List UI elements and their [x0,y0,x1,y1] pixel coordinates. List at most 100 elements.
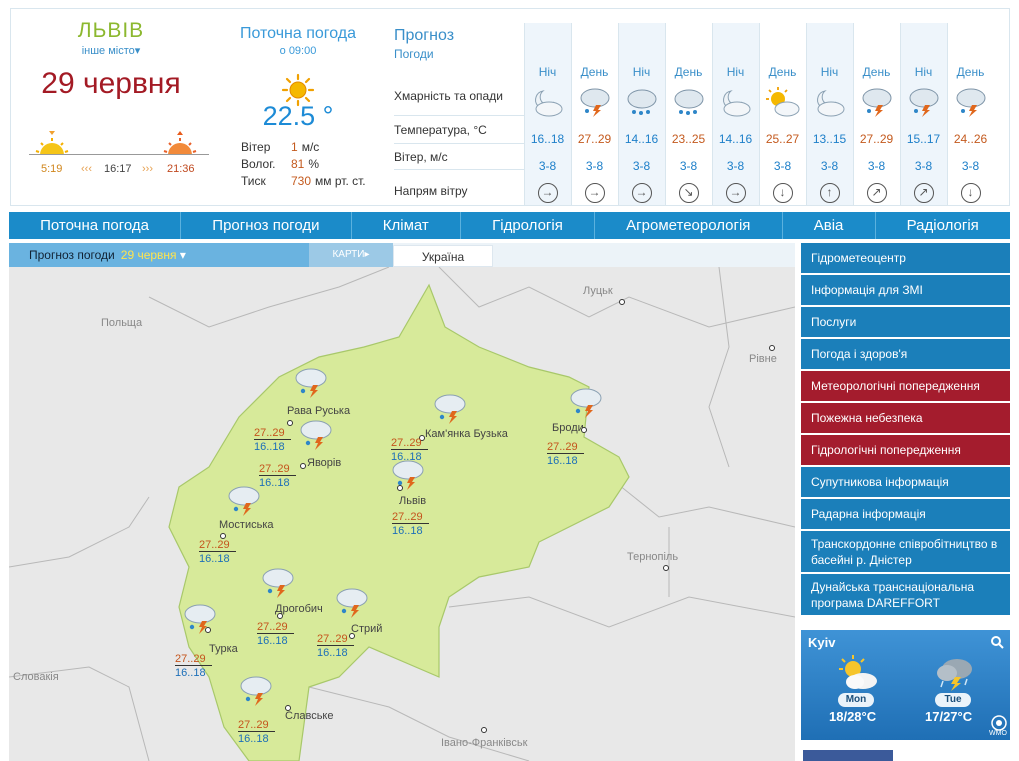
other-city-link[interactable]: інше місто▾ [11,44,211,57]
map-region-label: Польща [101,317,143,329]
nav-item[interactable]: Прогноз погоди [181,212,352,239]
sidebar-link[interactable]: Послуги [801,307,1010,338]
forecast-wind: 3-8 [538,159,557,173]
part-of-day: День [674,65,703,79]
city-marker [285,705,291,711]
weather-widget[interactable]: Kyiv Mon Tue 18/28°C 17/27°C WMO [801,630,1010,740]
wind-direction-icon: ↓ [759,183,806,203]
current-details: Вітер 1 м/с Волог. 81% Тиск 730 мм рт. ст. [241,140,366,191]
current-weather-heading: Поточна погода [239,25,357,42]
tab-forecast[interactable]: Прогноз погоди 29 червня ▾ [9,243,309,267]
tab-forecast-label[interactable]: Прогноз погоди [29,248,115,262]
nav-item[interactable]: Радіологія [876,212,1010,239]
tab-maps-label[interactable]: КАРТИ [332,249,364,260]
forecast-temp: 24..26 [953,132,988,146]
forecast-wind: 3-8 [914,159,933,173]
cloud-rain-icon [623,87,659,120]
map-city-label[interactable]: Стрий [351,623,382,635]
wind-arrow-icon: ↗ [866,183,887,203]
wind-arrow-icon: → [537,183,558,203]
forecast-wind: 3-8 [867,159,886,173]
city-marker [663,565,669,571]
sidebar-link[interactable]: Супутникова інформація [801,467,1010,498]
sunrise-time: 5:19 [41,163,63,175]
horizon-line [29,154,209,155]
current-date: 29 червня [41,67,181,100]
nav-item[interactable]: Поточна погода [9,212,182,239]
map-city-label[interactable]: Турка [209,643,238,655]
dropdown-arrow-icon[interactable]: ▾ [135,45,141,57]
city-marker [397,485,403,491]
map-temp-max: 27..29 [199,539,236,552]
tab-maps[interactable]: КАРТИ▸ [309,243,393,267]
wind-label: Вітер [241,140,271,154]
wmo-logo-text: WMO [989,730,1007,737]
part-of-day: Ніч [538,65,557,79]
map-city-label[interactable]: Львів [399,495,426,507]
cloud-rain-thunder-icon [905,87,941,120]
sidebar-link[interactable]: Погода і здоров'я [801,339,1010,370]
nav-item[interactable]: Агрометеорологія [595,212,783,239]
day-arrows-left: ‹‹‹ [81,163,92,175]
humidity-label: Волог. [241,157,276,171]
wind-direction-icon: → [712,183,759,203]
nav-item[interactable]: Клімат [352,212,461,239]
sidebar-link[interactable]: Радарна інформація [801,499,1010,530]
sidebar-link[interactable]: Метеорологічні попередження [801,371,1010,402]
tab-ukraine[interactable]: Україна [393,245,493,267]
cloud-rain-thunder-icon [952,87,988,120]
map-city-label[interactable]: Броди [552,422,584,434]
cloud-rain-thunder-icon [431,393,467,430]
widget-day-mon: Mon [838,693,874,707]
map-temp-max: 27..29 [257,621,294,634]
sidebar-link[interactable]: Пожежна небезпека [801,403,1010,434]
part-of-day: Ніч [820,65,839,79]
sun-cloud-icon [764,87,800,120]
map-city-label[interactable]: Мостиська [219,519,274,531]
nav-item[interactable]: Авіа [783,212,876,239]
chevron-down-icon[interactable]: ▾ [177,248,186,262]
part-of-day: День [580,65,609,79]
map-city-label[interactable]: Яворів [307,457,341,469]
wind-value: 1 [291,140,298,154]
cloud-rain-thunder-icon [237,675,273,712]
map-region-label: Рівне [749,353,777,365]
map-city-label[interactable]: Кам'янка Бузька [425,428,508,440]
forecast-wind: 3-8 [961,159,980,173]
chevron-right-icon[interactable]: ▸ [364,249,369,260]
wind-arrow-icon: ↘ [678,183,699,203]
forecast-wind: 3-8 [773,159,792,173]
forecast-temp: 16..18 [530,132,565,146]
city-marker [205,627,211,633]
sidebar-link[interactable]: Гідрологічні попередження [801,435,1010,466]
cloud-rain-thunder-icon [567,387,603,424]
map-city-label[interactable]: Славське [285,710,334,722]
other-city-label[interactable]: інше місто [82,45,135,57]
day-arrows-right: ››› [142,163,153,175]
cloud-thunder-icon [937,659,972,691]
part-of-day: День [768,65,797,79]
forecast-temp: 14..16 [718,132,753,146]
sun-cloud-icon [839,655,877,689]
sidebar-link[interactable]: Гідрометеоцентр [801,243,1010,274]
map-region-label: Луцьк [583,285,613,297]
tab-forecast-date[interactable]: 29 червня [121,248,177,262]
map-region-label: Івано-Франківськ [441,737,528,749]
sidebar-link[interactable]: Дунайська транснаціональна програма DARE… [801,574,1010,616]
sidebar-link[interactable]: Транскордонне співробітництво в басейні … [801,531,1010,573]
nav-item[interactable]: Гідрологія [461,212,596,239]
forecast-temp: 27..29 [859,132,894,146]
main-nav: Поточна погода Прогноз погоди Клімат Гідрол… [9,212,1010,239]
wind-arrow-icon: → [725,183,746,203]
wind-arrow-icon: → [584,183,605,203]
city-marker [769,345,775,351]
map-city-label[interactable]: Рава Руська [287,405,350,417]
wind-direction-icon: ↗ [900,183,947,203]
cloud-rain-thunder-icon [292,367,328,404]
facebook-widget[interactable] [803,750,893,761]
map-temp-min: 16..18 [238,733,269,745]
search-icon[interactable] [991,636,1004,649]
map-region-label: Словакія [13,671,59,683]
sidebar-link[interactable]: Інформація для ЗМІ [801,275,1010,306]
region-map[interactable]: Польща Словакія Луцьк Рівне Тернопіль Івано-Ф… [9,267,795,761]
